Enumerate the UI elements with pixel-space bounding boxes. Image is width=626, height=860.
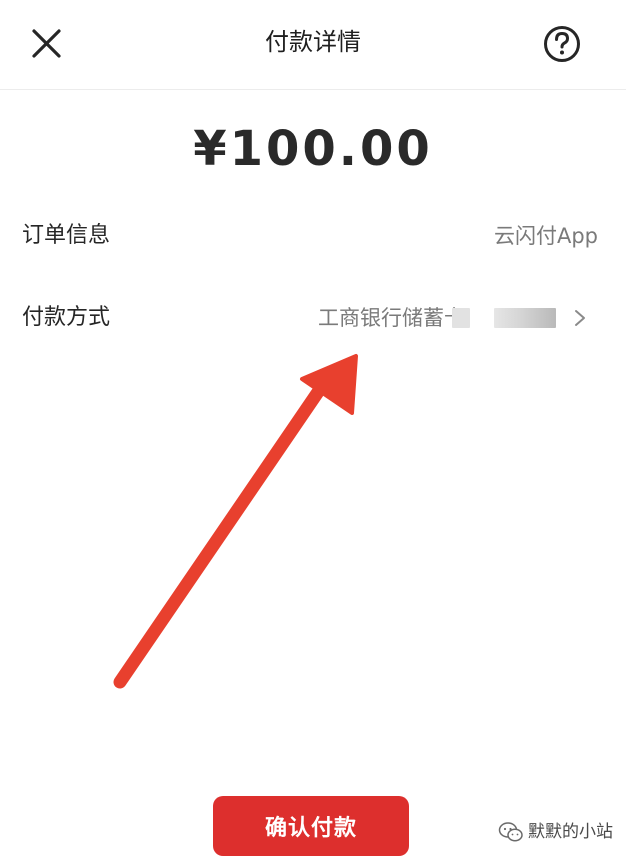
payment-amount: ¥100.00 — [193, 121, 433, 177]
order-info-value: 云闪付App — [493, 224, 598, 248]
order-info-label: 订单信息 — [22, 223, 111, 248]
payment-details-page: 付款详情 ¥100.00 订单信息 云闪付App 付款方式 工商银行储蓄卡 确认… — [0, 0, 626, 860]
payment-method-value: 工商银行储蓄卡 — [318, 306, 465, 330]
masked-card-number-tail — [494, 308, 556, 328]
wechat-icon — [498, 822, 523, 842]
masked-card-number — [452, 308, 470, 328]
payment-method-row[interactable]: 付款方式 工商银行储蓄卡 — [0, 288, 626, 348]
payment-method-label: 付款方式 — [22, 305, 111, 330]
watermark: 默默的小站 — [498, 818, 613, 846]
chevron-right-icon — [575, 310, 585, 326]
help-circle-icon — [544, 26, 580, 62]
watermark-text: 默默的小站 — [528, 822, 613, 842]
confirm-payment-button[interactable]: 确认付款 — [213, 796, 409, 856]
order-info-row: 订单信息 云闪付App — [0, 206, 626, 266]
header-bar: 付款详情 — [0, 0, 626, 90]
help-button[interactable] — [540, 22, 584, 66]
page-title: 付款详情 — [265, 28, 361, 56]
